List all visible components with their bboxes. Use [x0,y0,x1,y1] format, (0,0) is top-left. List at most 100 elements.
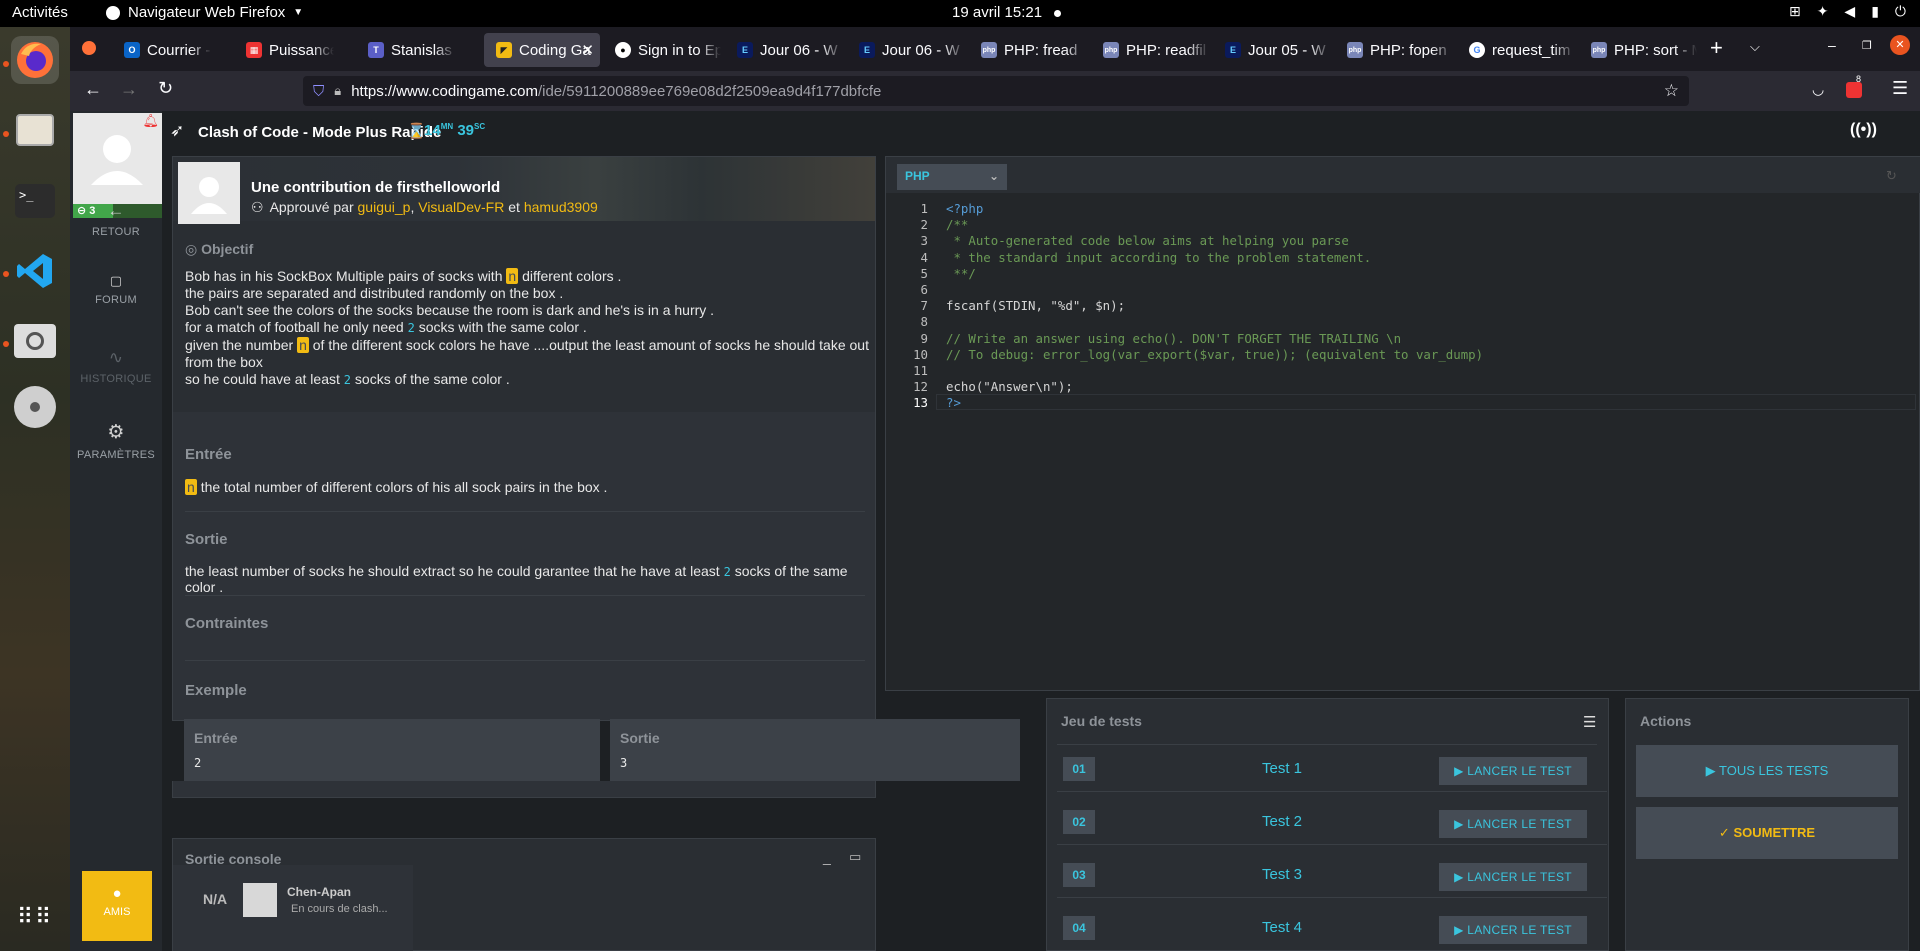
running-indicator [3,131,9,137]
reload-icon[interactable]: ↻ [158,78,173,99]
browser-tab[interactable]: php PHP: fopen [1335,33,1453,67]
editor-gutter: 1 2 3 4 5 6 7 8 9 10 11 12 13 [886,201,928,412]
variable-token: n [185,479,197,495]
line-number: 6 [920,282,928,298]
browser-tab[interactable]: E Jour 05 - W [1213,33,1331,67]
close-tab-icon[interactable]: ✕ [581,41,594,59]
submit-button[interactable]: ✓ SOUMETTRE [1636,807,1898,859]
variable-token: n [506,268,519,284]
url-bar[interactable]: ⛉ 🔒︎ https://www.codingame.com/ide/59112… [303,76,1689,106]
actions-title: Actions [1640,713,1692,729]
run-all-tests-button[interactable]: ▶ TOUS LES TESTS [1636,745,1898,797]
divider [185,511,865,512]
run-test-button[interactable]: ▶ LANCER LE TEST [1439,757,1587,785]
bookmark-star-icon[interactable]: ☆ [1664,81,1679,101]
variable-token: n [297,337,309,353]
hamburger-menu-icon[interactable]: ☰ [1892,78,1908,99]
new-tab-plus-icon[interactable]: + [1710,35,1723,61]
browser-tab[interactable]: Grequest_tim [1457,33,1575,67]
browser-tab[interactable]: php PHP: sort - M [1579,33,1697,67]
rocket-icon: ➶ [170,121,185,140]
test-name[interactable]: Test 1 [1157,760,1407,777]
tests-title: Jeu de tests [1061,713,1142,729]
show-apps-button[interactable]: ⠿⠿ [11,893,59,941]
test-name[interactable]: Test 3 [1157,866,1407,883]
page-title: Clash of Code - Mode Plus Rapide [198,124,442,141]
line-number: 13 [913,395,928,411]
minimize-icon[interactable]: – [1828,37,1836,53]
tracking-shield-icon[interactable]: ⛉ [313,83,324,100]
approver-link[interactable]: hamud3909 [524,199,598,215]
author-avatar[interactable] [178,162,240,224]
browser-tab[interactable]: ● Sign in to Ep [603,33,721,67]
run-test-button[interactable]: ▶ LANCER LE TEST [1439,863,1587,891]
clock[interactable]: 19 avril 15:21 [952,4,1042,21]
input-title: Entrée [185,446,232,463]
dock-vscode[interactable] [11,247,59,295]
ubuntu-dock: >_ ⠿⠿ [0,27,70,951]
run-test-button[interactable]: ▶ LANCER LE TEST [1439,810,1587,838]
gear-icon: ⚙ [107,422,125,443]
sidebar-item-retour[interactable]: ← RETOUR [70,201,162,238]
maximize-icon[interactable]: ❐ [1862,39,1872,52]
system-tray[interactable]: ⊞ ✦ ◀ ▮ ⏻ [1789,3,1906,20]
lock-icon[interactable]: 🔒︎ [334,83,341,99]
browser-tab[interactable]: php PHP: fread [969,33,1087,67]
browser-tab[interactable]: OCourrier - G [112,33,212,67]
dock-terminal[interactable]: >_ [11,177,59,225]
approver-link[interactable]: VisualDev-FR [418,199,504,215]
accessibility-icon: ✦ [1816,3,1829,19]
notification-dot [1054,10,1061,17]
player-avatar[interactable] [243,883,277,917]
forward-arrow-icon[interactable]: → [120,79,138,100]
firefox-view-button[interactable] [82,41,96,55]
run-test-button[interactable]: ▶ LANCER LE TEST [1439,916,1587,944]
broadcast-icon[interactable]: ((•)) [1850,121,1877,139]
dock-disc[interactable] [11,383,59,431]
folder-icon [16,114,54,146]
sidebar-item-forum[interactable]: ▢ FORUM [70,273,162,306]
back-arrow-icon[interactable]: ← [84,79,102,100]
constraints-title: Contraintes [185,615,269,632]
reset-icon[interactable]: ↻ [1886,168,1897,184]
browser-tab[interactable]: E Jour 06 - W [847,33,965,67]
app-menu[interactable]: Navigateur Web Firefox ▼ [106,4,303,21]
minimize-icon[interactable]: _ [823,849,831,865]
code-line: // Write an answer using echo(). DON'T F… [946,330,1402,346]
pocket-icon[interactable]: ◡ [1812,81,1824,98]
browser-tab[interactable]: E Jour 06 - W [725,33,843,67]
dock-files[interactable] [11,106,59,154]
code-line: echo("Answer\n"); [946,379,1073,395]
browser-tab-bar: OCourrier - G ▦Puissance 4 TStanislas He… [70,27,1920,71]
browser-tab-active[interactable]: ◤ Coding Ga ✕ [484,33,600,67]
player-rank: N/A [203,891,228,907]
approver-link[interactable]: guigui_p [358,199,411,215]
close-window-icon[interactable]: ✕ [1890,35,1910,55]
language-select[interactable]: PHP ⌄ [897,164,1007,190]
sidebar-item-parametres[interactable]: ⚙ PARAMÈTRES [70,421,162,461]
browser-tab[interactable]: TStanislas He [356,33,456,67]
forum-icon: ▢ [109,273,123,288]
browser-tab[interactable]: php PHP: readfil [1091,33,1209,67]
sidebar-item-historique[interactable]: ∿ HISTORIQUE [70,348,162,385]
activities-button[interactable]: Activités [12,4,68,21]
code-area[interactable]: <?php/** * Auto-generated code below aim… [946,201,1906,412]
outlook-icon: O [124,42,140,58]
friends-button[interactable]: ● AMIS [82,871,152,941]
checkmark-icon: ✓ [1718,825,1730,840]
line-number: 3 [920,233,928,249]
extension-button[interactable] [1846,82,1862,98]
notification-bell-icon[interactable]: 🔔︎ [142,113,159,129]
dock-screenshot[interactable] [11,317,59,365]
test-name[interactable]: Test 4 [1157,919,1407,936]
list-tabs-chevron-icon[interactable]: ⌵ [1750,39,1760,55]
test-name[interactable]: Test 2 [1157,813,1407,830]
divider [185,660,865,661]
dock-firefox[interactable] [11,36,59,84]
browser-tab[interactable]: ▦Puissance 4 [234,33,334,67]
chevron-down-icon: ▼ [293,7,304,18]
maximize-icon[interactable]: ▭ [849,849,861,865]
list-view-icon[interactable]: ☰ [1583,713,1596,731]
